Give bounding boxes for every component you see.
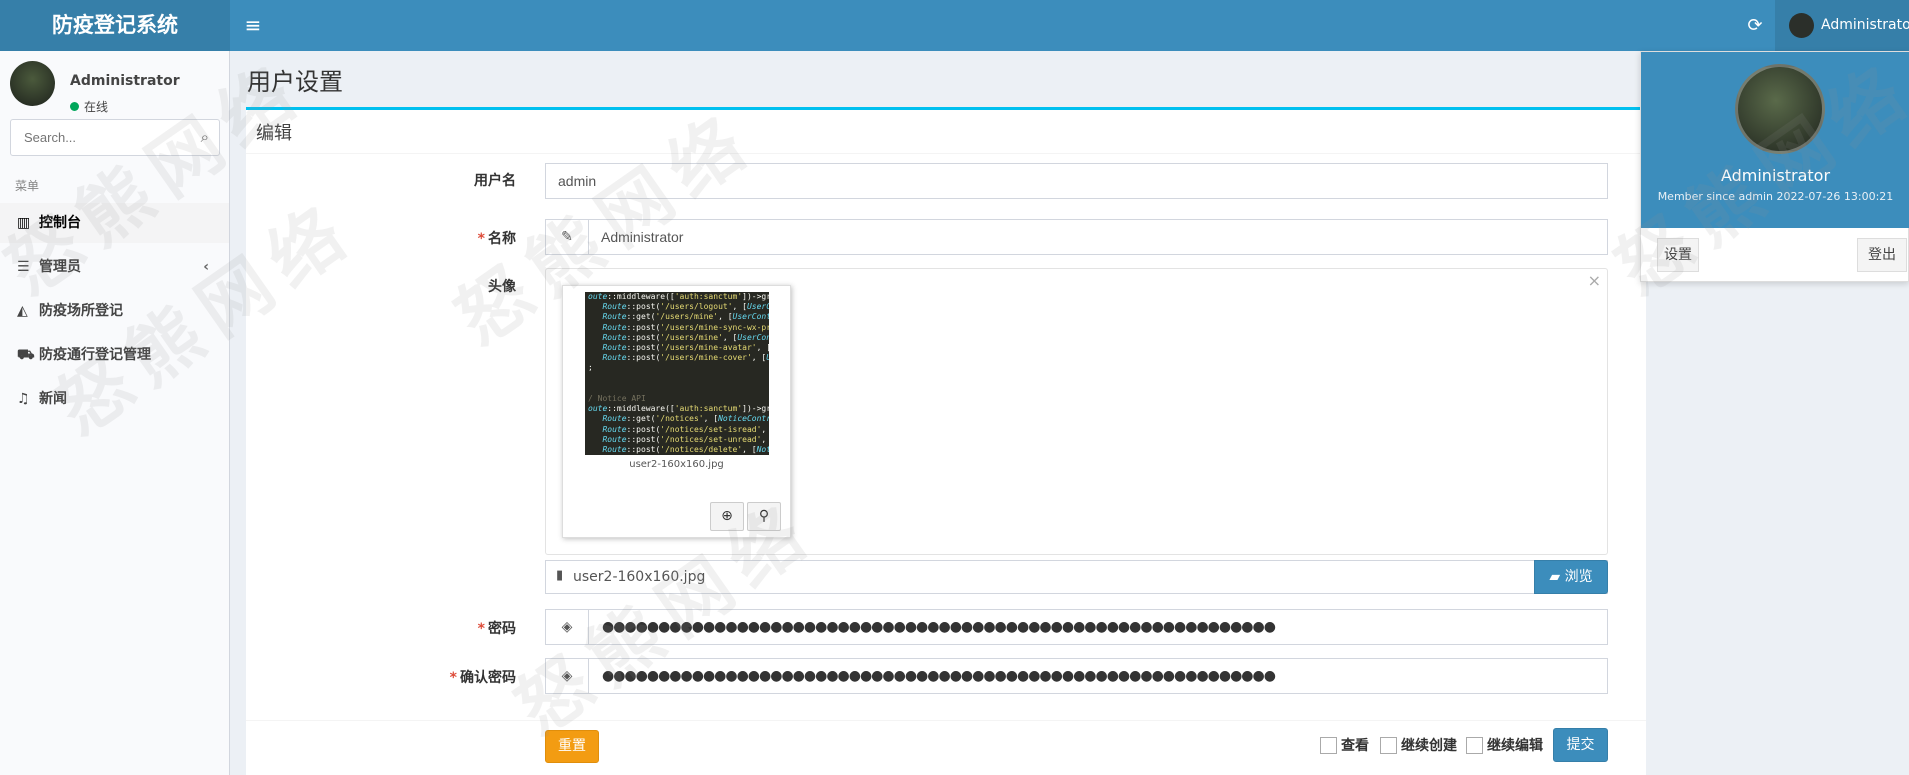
password-label: * 密码 — [316, 618, 516, 638]
top-navbar: 防疫登记系统 ≡ ⟳ Administrator — [0, 0, 1909, 51]
sidebar-item-news[interactable]: ♫ 新闻 — [0, 379, 229, 419]
sidebar-search: ⌕ — [10, 119, 220, 156]
label-text: 用户名 — [474, 173, 516, 189]
bar-chart-icon: ▥ — [17, 215, 31, 231]
car-icon: ⛟ — [17, 347, 35, 363]
continue-create-checkbox[interactable]: 继续创建 — [1380, 735, 1457, 755]
sidebar-item-label: 防疫通行登记管理 — [39, 347, 151, 363]
user-dropdown-header: Administrator Member since admin 2022-07… — [1641, 52, 1909, 228]
name-field: ✎ — [545, 219, 1608, 255]
member-since: Member since admin 2022-07-26 13:00:21 — [1657, 190, 1894, 203]
required-mark: * — [477, 231, 485, 247]
search-input[interactable] — [11, 120, 171, 155]
thumbnail-caption: user2-160x160.jpg — [629, 459, 724, 470]
username-input[interactable] — [546, 164, 1607, 198]
name-label: * 名称 — [316, 228, 516, 248]
sidebar-toggle-icon[interactable]: ≡ — [238, 0, 268, 51]
box-header: 编辑 — [246, 110, 1646, 154]
checkbox-label: 查看 — [1341, 738, 1369, 754]
browse-button[interactable]: ▰ 浏览 — [1534, 560, 1608, 594]
status-badge: 在线 — [70, 98, 108, 115]
submit-button[interactable]: 提交 — [1553, 728, 1608, 762]
close-icon[interactable]: × — [1588, 271, 1601, 290]
page-title: 用户设置 — [247, 68, 343, 96]
app-brand[interactable]: 防疫登记系统 — [0, 0, 230, 51]
browse-label: 浏览 — [1564, 569, 1593, 585]
sidebar-item-label: 防疫场所登记 — [39, 303, 123, 319]
user-menu-toggle[interactable]: Administrator — [1775, 0, 1909, 51]
confirm-password-field[interactable]: ◈ ●●●●●●●●●●●●●●●●●●●●●●●●●●●●●●●●●●●●●●… — [545, 658, 1608, 694]
user-dropdown: Administrator Member since admin 2022-07… — [1640, 51, 1909, 282]
refresh-icon[interactable]: ⟳ — [1740, 0, 1770, 51]
box-title: 编辑 — [256, 123, 292, 144]
continue-edit-checkbox[interactable]: 继续编辑 — [1466, 735, 1543, 755]
checkbox-label: 继续编辑 — [1487, 738, 1543, 754]
file-name: user2-160x160.jpg — [573, 569, 706, 585]
download-icon[interactable]: ⊕ — [710, 502, 744, 531]
password-value: ●●●●●●●●●●●●●●●●●●●●●●●●●●●●●●●●●●●●●●●●… — [602, 619, 1276, 635]
sidebar-item-admin[interactable]: ☰ 管理员 ‹ — [0, 247, 229, 287]
confirm-password-label: * 确认密码 — [316, 667, 516, 687]
checkbox-box[interactable] — [1380, 737, 1397, 754]
username-field — [545, 163, 1608, 199]
status-text: 在线 — [84, 100, 109, 114]
avatar — [10, 61, 55, 106]
label-text: 名称 — [488, 231, 516, 247]
label-text: 头像 — [488, 279, 516, 295]
required-mark: * — [449, 670, 457, 686]
password-field[interactable]: ◈ ●●●●●●●●●●●●●●●●●●●●●●●●●●●●●●●●●●●●●●… — [545, 609, 1608, 645]
settings-button[interactable]: 设置 — [1657, 238, 1699, 272]
checkbox-box[interactable] — [1320, 737, 1337, 754]
avatar-thumbnail: oute::middleware(['auth:sanctum'])->gr R… — [562, 285, 791, 538]
sidebar-item-pass-registration[interactable]: ⛟ 防疫通行登记管理 — [0, 335, 229, 375]
label-text: 密码 — [488, 621, 516, 637]
sidebar-item-dashboard[interactable]: ▥ 控制台 — [0, 203, 229, 243]
area-chart-icon: ◭ — [17, 303, 28, 319]
list-icon: ☰ — [17, 259, 30, 275]
sidebar-item-venue-registration[interactable]: ◭ 防疫场所登记 — [0, 291, 229, 331]
file-caption: ▮ user2-160x160.jpg ▰ 浏览 — [545, 560, 1608, 594]
avatar-label: 头像 — [316, 276, 516, 296]
pencil-icon: ✎ — [546, 220, 589, 254]
file-icon: ▮ — [556, 568, 564, 583]
avatar — [1789, 13, 1814, 38]
sidebar-item-label: 管理员 — [39, 259, 81, 275]
eye-slash-icon[interactable]: ◈ — [546, 659, 589, 693]
menu-header: 菜单 — [15, 179, 40, 193]
avatar-preview-box: × oute::middleware(['auth:sanctum'])->gr… — [545, 268, 1608, 555]
view-checkbox[interactable]: 查看 — [1320, 735, 1369, 755]
online-dot-icon — [70, 102, 79, 111]
eye-slash-icon[interactable]: ◈ — [546, 610, 589, 644]
zoom-in-icon[interactable]: ⚲ — [747, 502, 781, 531]
label-text: 确认密码 — [460, 670, 516, 686]
chevron-left-icon: ‹ — [203, 259, 209, 275]
username-label: 用户名 — [316, 170, 516, 190]
confirm-password-value: ●●●●●●●●●●●●●●●●●●●●●●●●●●●●●●●●●●●●●●●●… — [602, 668, 1276, 684]
sidebar-user-name: Administrator — [70, 73, 180, 89]
folder-open-icon: ▰ — [1549, 569, 1561, 585]
sidebar: Administrator 在线 ⌕ 菜单 ▥ 控制台 ☰ 管理员 ‹ ◭ 防疫场所登… — [0, 51, 230, 775]
search-icon[interactable]: ⌕ — [201, 128, 209, 146]
avatar-image: oute::middleware(['auth:sanctum'])->gr R… — [585, 292, 769, 455]
checkbox-label: 继续创建 — [1401, 738, 1457, 754]
logout-button[interactable]: 登出 — [1857, 238, 1907, 272]
name-input[interactable] — [589, 220, 1607, 254]
sidebar-item-label: 新闻 — [39, 391, 67, 407]
reset-button[interactable]: 重置 — [545, 730, 599, 763]
box-footer-divider — [246, 720, 1646, 721]
avatar — [1735, 64, 1825, 154]
dropdown-user-name: Administrator — [1720, 166, 1831, 185]
top-user-name: Administrator — [1821, 17, 1909, 33]
checkbox-box[interactable] — [1466, 737, 1483, 754]
bell-icon: ♫ — [17, 391, 30, 407]
required-mark: * — [477, 621, 485, 637]
sidebar-item-label: 控制台 — [39, 215, 81, 231]
